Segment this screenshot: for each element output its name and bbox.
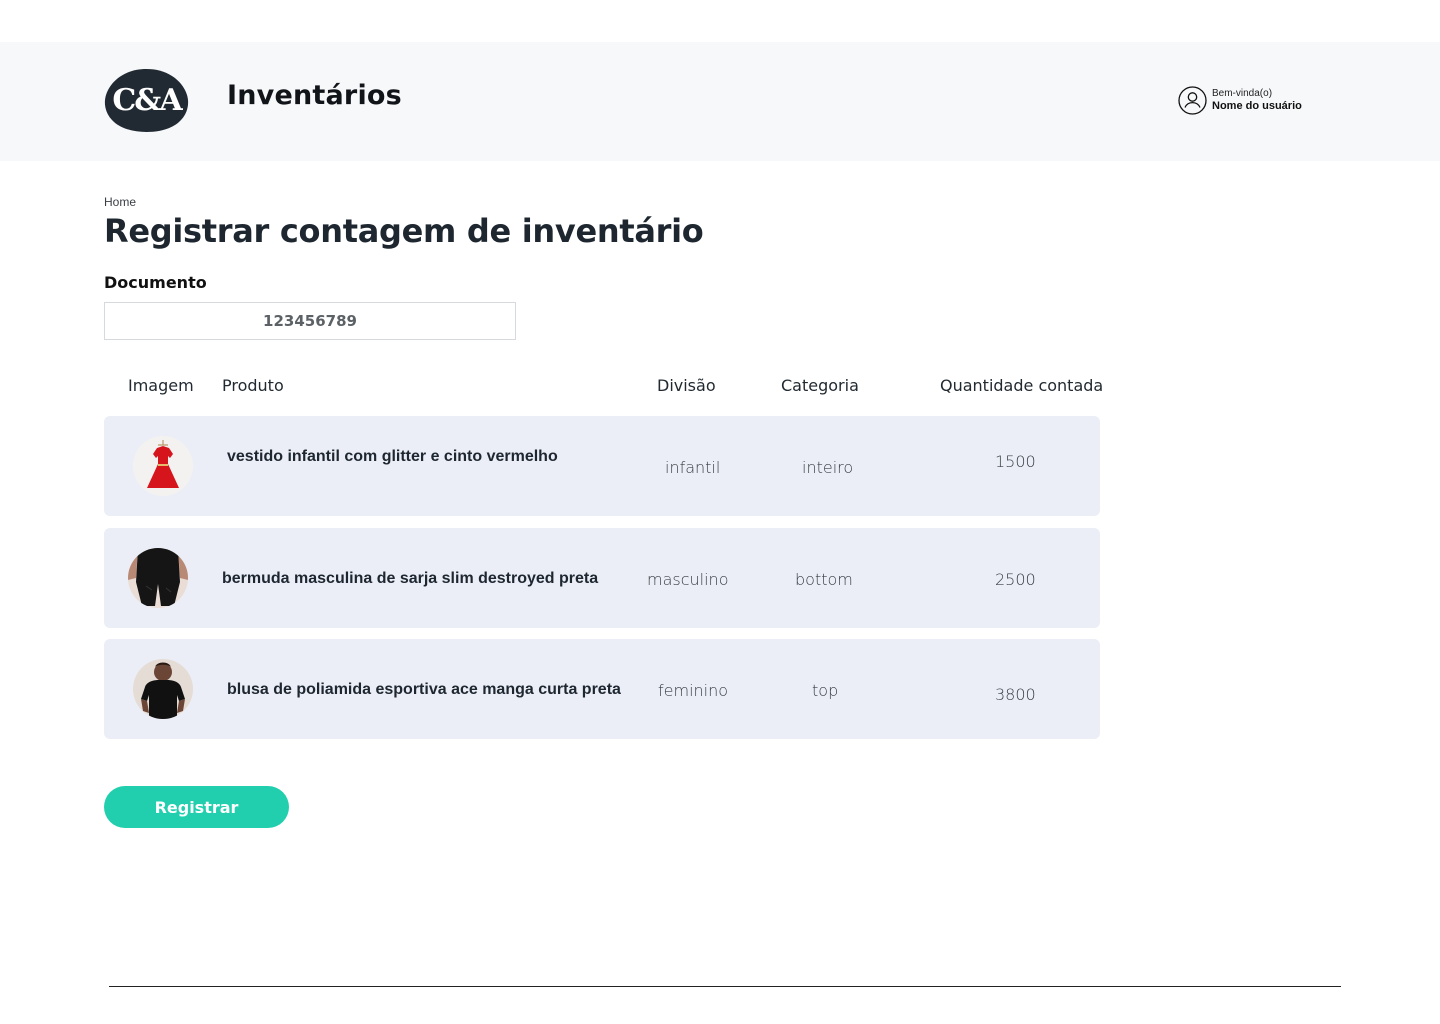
column-header-quantity: Quantidade contada [940,376,1104,395]
product-name: vestido infantil com glitter e cinto ver… [227,448,558,465]
table-row[interactable]: vestido infantil com glitter e cinto ver… [104,416,1100,516]
user-circle-icon [1178,85,1207,115]
product-image-shorts [128,548,188,608]
user-menu[interactable]: Bem-vinda(o) Nome do usuário [1178,84,1302,116]
table-row[interactable]: blusa de poliamida esportiva ace manga c… [104,639,1100,739]
column-header-category: Categoria [781,376,859,395]
app-title: Inventários [227,80,402,111]
footer-divider [109,986,1341,987]
user-greeting: Bem-vinda(o) [1212,88,1273,99]
register-button[interactable]: Registrar [104,786,289,828]
product-category: inteiro [802,458,854,477]
top-header: C&A Inventários Bem-vinda(o) Nome do usu… [0,42,1440,161]
product-division: feminino [658,681,729,700]
logo-text: C&A [112,83,182,118]
breadcrumb-home[interactable]: Home [104,195,136,209]
product-quantity[interactable]: 3800 [995,685,1036,704]
table-row[interactable]: bermuda masculina de sarja slim destroye… [104,528,1100,628]
column-header-product: Produto [222,376,284,395]
user-name: Nome do usuário [1212,100,1302,112]
document-input[interactable] [104,302,516,340]
column-header-division: Divisão [657,376,716,395]
user-text: Bem-vinda(o) Nome do usuário [1212,87,1302,113]
column-header-image: Imagem [128,376,194,395]
product-division: masculino [647,570,729,589]
product-division: infantil [665,458,721,477]
product-quantity[interactable]: 2500 [995,570,1036,589]
product-name: blusa de poliamida esportiva ace manga c… [227,681,621,698]
product-name: bermuda masculina de sarja slim destroye… [222,570,599,587]
page-title: Registrar contagem de inventário [104,212,704,250]
product-category: top [812,681,839,700]
product-quantity[interactable]: 1500 [995,452,1036,471]
brand-logo[interactable]: C&A [104,68,189,133]
app-root: C&A Inventários Bem-vinda(o) Nome do usu… [0,0,1440,1024]
product-image-dress [133,436,193,496]
document-label: Documento [104,273,207,292]
product-category: bottom [795,570,853,589]
product-image-blouse [133,659,193,719]
